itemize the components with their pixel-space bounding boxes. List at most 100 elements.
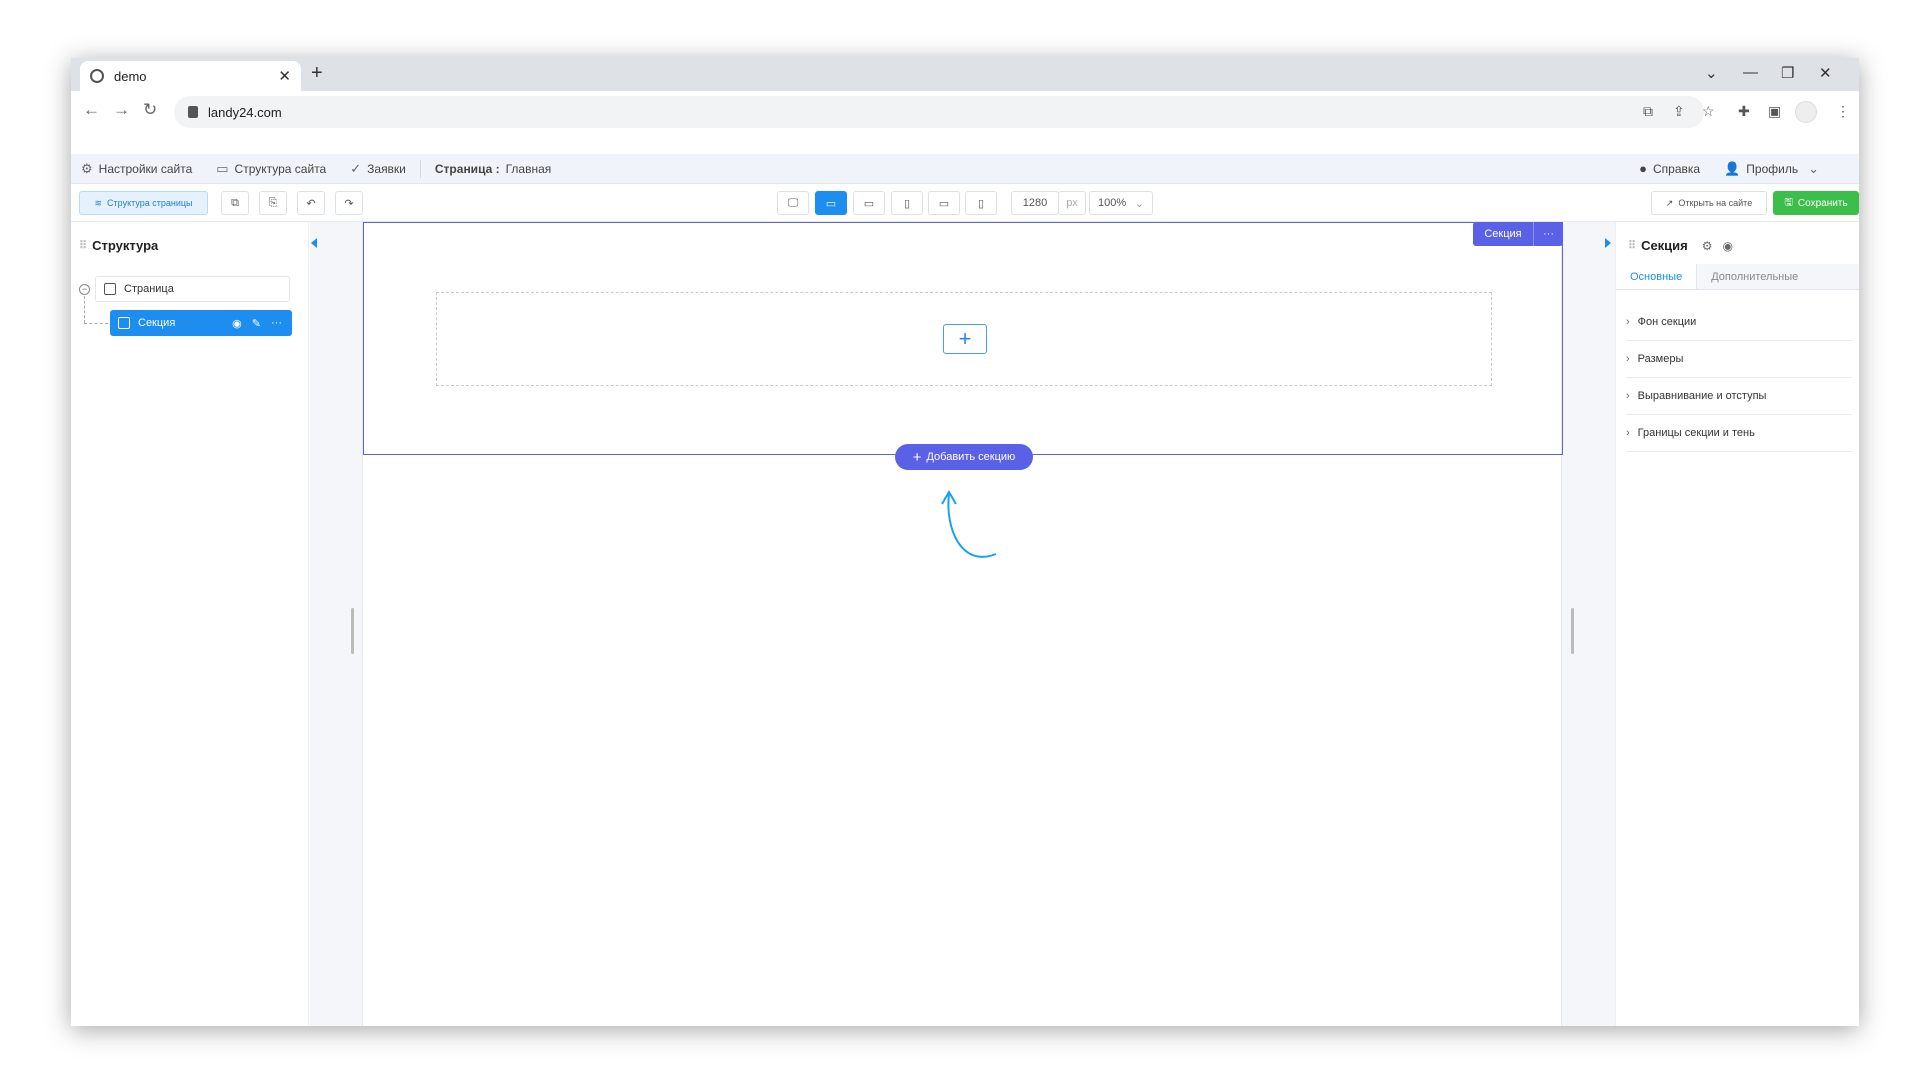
browser-tab[interactable]: demo ✕ <box>80 61 301 91</box>
accordion-alignment[interactable]: › Выравнивание и отступы <box>1626 378 1852 415</box>
redo-button[interactable]: ↷ <box>335 191 363 215</box>
device-tablet-button[interactable]: ▯ <box>891 191 923 215</box>
lock-icon <box>188 106 198 118</box>
phone-landscape-icon: ▭ <box>938 197 950 210</box>
site-settings-link[interactable]: ⚙ Настройки сайта <box>81 161 192 177</box>
share-icon[interactable]: ⇪ <box>1673 103 1685 120</box>
translate-icon[interactable]: ⧉ <box>1643 103 1653 120</box>
eye-icon[interactable]: ◉ <box>1723 239 1733 253</box>
chevron-right-icon: › <box>1626 427 1630 439</box>
paste-button[interactable]: ⎘ <box>259 191 287 215</box>
profile-menu[interactable]: 👤 Профиль ⌄ <box>1724 161 1825 177</box>
chevron-down-icon: ⌄ <box>1134 197 1144 210</box>
gear-icon: ⚙ <box>81 160 93 176</box>
device-phone-button[interactable]: ▯ <box>965 191 997 215</box>
folder-icon: ▭ <box>216 160 229 176</box>
edit-icon[interactable]: ✎ <box>252 317 261 330</box>
globe-icon <box>90 69 104 83</box>
app-menu: ⚙ Настройки сайта ▭ Структура сайта ✓ За… <box>71 154 1859 184</box>
tab-strip: demo ✕ + ⌄ — ❐ ✕ <box>71 58 1859 91</box>
checkbox-icon <box>104 283 116 295</box>
tree-item-actions: ◉ ✎ ··· <box>232 317 282 330</box>
collapse-left-arrow-icon[interactable] <box>311 238 317 248</box>
hint-arrow-icon <box>941 490 997 558</box>
editor-toolbar: ≋ Структура страницы ⧉ ⎘ ↶ ↷ 🖵 ▭ ▭ ▯ ▭ ▯… <box>71 184 1859 222</box>
selected-section[interactable]: Секция ··· + + Добавить секцию <box>363 222 1563 470</box>
page-name[interactable]: Главная <box>506 162 552 176</box>
accordion-background[interactable]: › Фон секции <box>1626 304 1852 341</box>
device-tablet-landscape-button[interactable]: ▭ <box>853 191 885 215</box>
help-link[interactable]: ● Справка <box>1639 161 1700 176</box>
add-section-button[interactable]: + Добавить секцию <box>895 444 1033 470</box>
tab-search-icon[interactable]: ⌄ <box>1705 64 1718 82</box>
kebab-menu-icon[interactable]: ⋮ <box>1836 103 1850 120</box>
open-on-site-button[interactable]: ↗ Открыть на сайте <box>1651 191 1767 215</box>
copy-button[interactable]: ⧉ <box>221 191 249 215</box>
collapse-icon[interactable]: − <box>79 284 90 295</box>
side-panel-icon[interactable]: ▣ <box>1768 103 1781 120</box>
drag-handle-icon[interactable]: ⠿ <box>79 239 87 252</box>
back-icon[interactable]: ← <box>83 100 100 120</box>
open-on-site-label: Открыть на сайте <box>1678 198 1753 208</box>
drag-handle-icon[interactable]: ⠿ <box>1628 239 1636 252</box>
undo-button[interactable]: ↶ <box>297 191 325 215</box>
tab-close-icon[interactable]: ✕ <box>278 67 291 85</box>
forward-icon[interactable]: → <box>113 100 130 120</box>
section-tag-label[interactable]: Секция <box>1473 222 1533 246</box>
section-more-button[interactable]: ··· <box>1533 222 1563 246</box>
properties-title-text: Секция <box>1641 238 1688 253</box>
device-laptop-button[interactable]: ▭ <box>815 191 847 215</box>
properties-tabs: Основные Дополнительные <box>1616 264 1859 290</box>
structure-panel: ⠿ Структура − Страница Секция ◉ ✎ ··· <box>71 222 309 1026</box>
accordion-borders[interactable]: › Границы секции и тень <box>1626 415 1852 452</box>
gear-icon[interactable]: ⚙ <box>1702 239 1713 253</box>
plus-icon: + <box>912 448 922 466</box>
save-button[interactable]: 🖫 Сохранить <box>1773 191 1859 215</box>
section-tag: Секция ··· <box>1473 222 1563 246</box>
extensions-icon[interactable]: ✚ <box>1738 103 1750 120</box>
tab-basic[interactable]: Основные <box>1616 264 1698 289</box>
canvas-resize-handle-right[interactable] <box>1571 608 1574 654</box>
checkbox-icon <box>118 317 130 329</box>
reload-icon[interactable]: ↻ <box>143 100 157 120</box>
bookmark-star-icon[interactable]: ☆ <box>1702 103 1715 120</box>
menu-right: ● Справка 👤 Профиль ⌄ <box>1629 161 1839 177</box>
tree-item-section[interactable]: Секция ◉ ✎ ··· <box>110 310 292 336</box>
collapse-right-arrow-icon[interactable] <box>1605 238 1611 248</box>
zoom-select[interactable]: 100% ⌄ <box>1089 191 1153 215</box>
copy-icon: ⧉ <box>231 196 239 209</box>
tablet-landscape-icon: ▭ <box>863 197 875 210</box>
accordion-sizes[interactable]: › Размеры <box>1626 341 1852 378</box>
close-window-button[interactable]: ✕ <box>1819 64 1832 82</box>
tree-item-page[interactable]: Страница <box>95 276 290 302</box>
profile-avatar[interactable] <box>1795 101 1817 123</box>
left-panel-handle[interactable] <box>310 222 320 1026</box>
address-bar[interactable]: landy24.com <box>174 96 1704 128</box>
page-structure-button[interactable]: ≋ Структура страницы <box>79 191 208 215</box>
tab-advanced[interactable]: Дополнительные <box>1697 264 1812 289</box>
canvas-resize-handle-left[interactable] <box>351 608 354 654</box>
add-block-button[interactable]: + <box>943 324 987 354</box>
requests-link[interactable]: ✓ Заявки <box>350 161 406 177</box>
save-icon: 🖫 <box>1784 196 1793 208</box>
eye-icon[interactable]: ◉ <box>232 317 242 330</box>
block-dropzone[interactable]: + <box>436 292 1492 386</box>
new-tab-button[interactable]: + <box>311 62 323 85</box>
structure-title: ⠿ Структура <box>79 238 158 253</box>
tablet-icon: ▯ <box>903 197 911 210</box>
chevron-right-icon: › <box>1626 390 1630 402</box>
device-desktop-button[interactable]: 🖵 <box>777 191 809 215</box>
right-panel-handle[interactable] <box>1603 222 1615 1026</box>
width-input[interactable]: 1280 <box>1011 191 1059 215</box>
paste-icon: ⎘ <box>268 196 278 209</box>
tree-item-page-label: Страница <box>124 283 174 295</box>
save-label: Сохранить <box>1797 197 1848 209</box>
chevron-right-icon: › <box>1626 353 1630 365</box>
restore-button[interactable]: ❐ <box>1781 64 1794 82</box>
properties-panel: ⠿ Секция ⚙ ◉ Основные Дополнительные › Ф… <box>1615 222 1859 1026</box>
device-phone-landscape-button[interactable]: ▭ <box>928 191 960 215</box>
more-icon[interactable]: ··· <box>271 317 282 330</box>
tree-item-section-label: Секция <box>138 317 176 329</box>
minimize-button[interactable]: — <box>1743 64 1758 81</box>
site-structure-link[interactable]: ▭ Структура сайта <box>216 161 326 177</box>
